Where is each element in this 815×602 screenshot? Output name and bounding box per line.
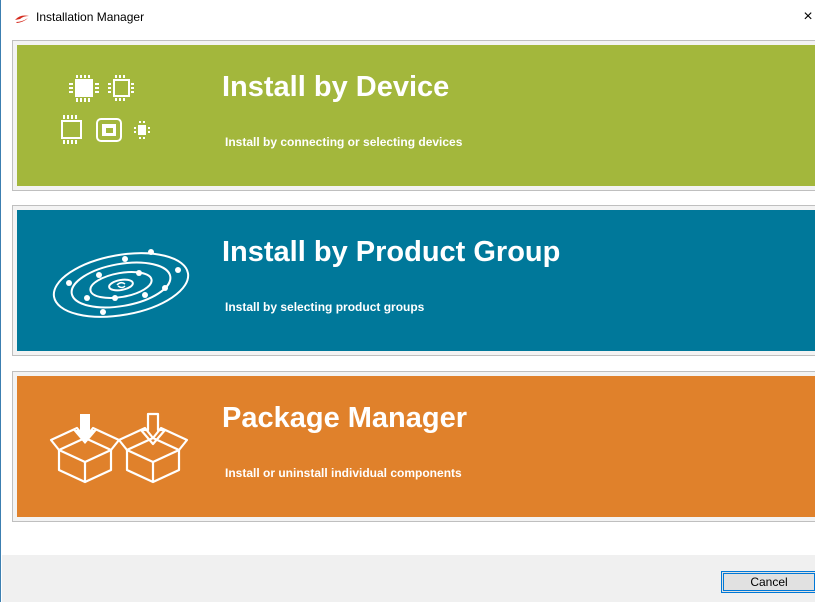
card-subtitle: Install or uninstall individual componen… bbox=[225, 466, 462, 480]
installation-manager-window: Installation Manager × Install by Device… bbox=[0, 0, 815, 602]
install-by-product-group-card[interactable]: Install by Product Group Install by sele… bbox=[12, 205, 815, 356]
title-bar: Installation Manager × bbox=[1, 0, 815, 34]
orbit-rings-icon bbox=[52, 249, 190, 318]
install-by-device-panel: Install by Device Install by connecting … bbox=[17, 45, 815, 186]
card-heading: Install by Device bbox=[222, 71, 450, 103]
device-chips-icon bbox=[61, 75, 150, 144]
footer-bar bbox=[2, 555, 815, 602]
package-manager-panel: Package Manager Install or uninstall ind… bbox=[17, 376, 815, 517]
card-subtitle: Install by selecting product groups bbox=[225, 300, 425, 314]
card-heading: Install by Product Group bbox=[222, 236, 561, 268]
card-subtitle: Install by connecting or selecting devic… bbox=[225, 135, 463, 149]
cancel-button[interactable]: Cancel bbox=[721, 571, 815, 593]
close-button[interactable]: × bbox=[797, 6, 815, 28]
window-title: Installation Manager bbox=[36, 10, 145, 24]
install-by-product-group-panel: Install by Product Group Install by sele… bbox=[17, 210, 815, 351]
close-icon: × bbox=[803, 8, 813, 25]
package-boxes-icon bbox=[49, 412, 189, 484]
card-heading: Package Manager bbox=[222, 402, 468, 434]
package-manager-card[interactable]: Package Manager Install or uninstall ind… bbox=[12, 371, 815, 522]
silicon-labs-logo-icon bbox=[15, 15, 29, 23]
install-by-device-card[interactable]: Install by Device Install by connecting … bbox=[12, 40, 815, 191]
